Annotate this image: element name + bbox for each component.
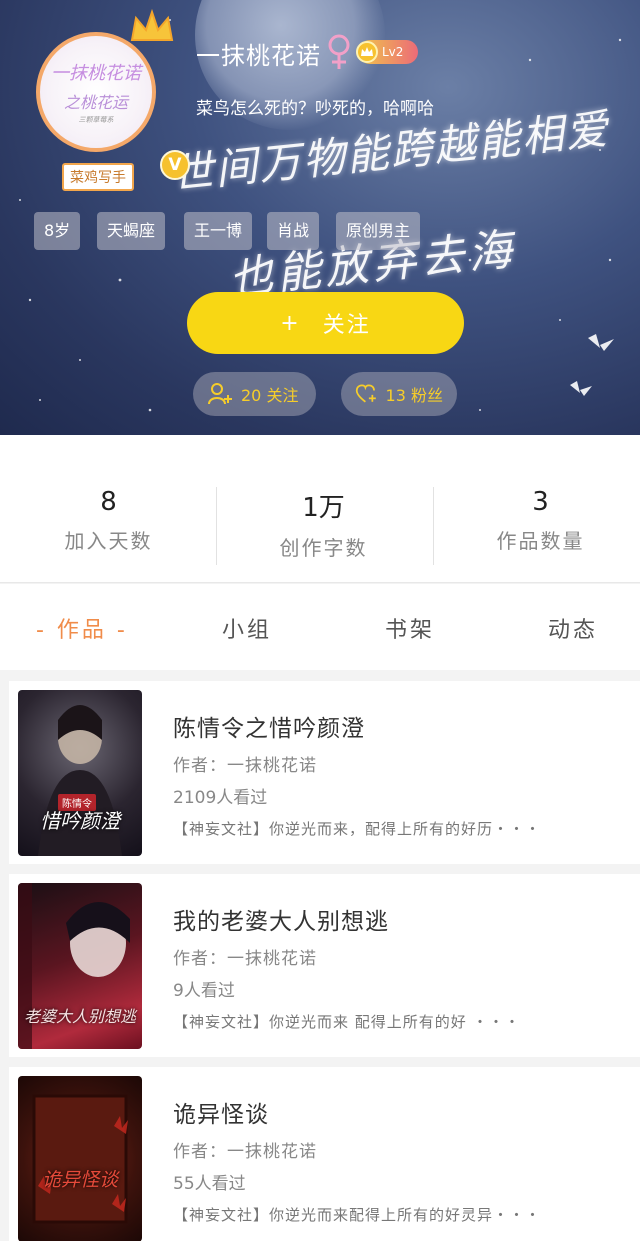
stat-days-joined: 8 加入天数 bbox=[2, 487, 215, 554]
username: 一抹桃花诺 bbox=[196, 42, 321, 70]
fans-button[interactable]: 13 粉丝 bbox=[341, 372, 457, 416]
cover-title: 诡异怪谈 bbox=[41, 1169, 118, 1191]
stat-label: 创作字数 bbox=[279, 536, 368, 560]
tag-original: 原创男主 bbox=[336, 212, 421, 250]
tab-bookshelf[interactable]: 书架 bbox=[385, 612, 435, 644]
book-author: 作者：一抹桃花诺 bbox=[173, 1142, 317, 1162]
book-author: 作者：一抹桃花诺 bbox=[173, 949, 317, 969]
book-cover[interactable]: 老婆大人别想逃 bbox=[18, 883, 142, 1049]
profile-tabs: - 作品 - 小组 书架 动态 bbox=[0, 584, 640, 670]
book-title[interactable]: 诡异怪谈 bbox=[173, 1095, 269, 1129]
stat-value: 8 bbox=[100, 487, 117, 517]
tab-groups[interactable]: 小组 bbox=[222, 612, 272, 644]
book-title[interactable]: 陈情令之惜吟颜澄 bbox=[173, 709, 365, 743]
follow-button[interactable]: + 关注 bbox=[187, 292, 464, 354]
cover-figure bbox=[32, 1094, 128, 1224]
stat-value: 3 bbox=[532, 487, 549, 517]
stat-value: 1万 bbox=[302, 493, 345, 523]
follow-button-label: 关注 bbox=[322, 313, 371, 338]
following-label: 20 关注 bbox=[241, 386, 299, 405]
book-cover[interactable]: 诡异怪谈 bbox=[18, 1076, 142, 1241]
role-tag: 菜鸡写手 bbox=[62, 163, 134, 191]
cover-title: 惜吟颜澄 bbox=[40, 809, 120, 833]
stat-label: 加入天数 bbox=[64, 529, 153, 553]
book-author: 作者：一抹桃花诺 bbox=[173, 756, 317, 776]
avatar-text-line-3: 三颗草莓系 bbox=[78, 116, 114, 124]
book-views: 9人看过 bbox=[173, 981, 235, 1001]
book-description: 【神妄文社】你逆光而来，配得上所有的好历・・・ bbox=[173, 820, 542, 838]
level-badge: Lv2 bbox=[356, 40, 418, 64]
book-cover[interactable]: 陈情令 惜吟颜澄 bbox=[18, 690, 142, 856]
stat-words-written: 1万 创作字数 bbox=[217, 487, 430, 561]
book-description: 【神妄文社】你逆光而来 配得上所有的好 ・・・ bbox=[173, 1013, 521, 1031]
book-item[interactable]: 老婆大人别想逃 我的老婆大人别想逃 作者：一抹桃花诺 9人看过 【神妄文社】你逆… bbox=[9, 874, 640, 1057]
tag-idol-1: 王一博 bbox=[184, 212, 253, 250]
following-button[interactable]: 20 关注 bbox=[193, 372, 316, 416]
avatar-text-line-2: 之桃花运 bbox=[63, 93, 128, 112]
stat-label: 作品数量 bbox=[496, 529, 585, 553]
stats-row: 8 加入天数 1万 创作字数 3 作品数量 bbox=[0, 435, 640, 583]
plus-icon: + bbox=[280, 310, 301, 336]
avatar-container[interactable]: 一抹桃花诺 之桃花运 三颗草莓系 V bbox=[36, 8, 190, 180]
book-views: 2109人看过 bbox=[173, 788, 268, 808]
level-crown-icon bbox=[356, 41, 378, 63]
book-title[interactable]: 我的老婆大人别想逃 bbox=[173, 902, 389, 936]
tab-activity[interactable]: 动态 bbox=[548, 612, 598, 644]
profile-header: 世间万物能跨越能相爱 也能放弃去海 一抹桃花诺 之桃花运 三颗草莓系 V 菜鸡写… bbox=[0, 0, 640, 435]
female-icon bbox=[326, 33, 352, 75]
avatar[interactable]: 一抹桃花诺 之桃花运 三颗草莓系 bbox=[36, 32, 156, 152]
book-item[interactable]: 陈情令 惜吟颜澄 陈情令之惜吟颜澄 作者：一抹桃花诺 2109人看过 【神妄文社… bbox=[9, 681, 640, 864]
fans-label: 13 粉丝 bbox=[385, 386, 443, 405]
book-item[interactable]: 诡异怪谈 诡异怪谈 作者：一抹桃花诺 55人看过 【神妄文社】你逆光而来配得上所… bbox=[9, 1067, 640, 1241]
avatar-text-line-1: 一抹桃花诺 bbox=[51, 63, 141, 84]
stat-works-count: 3 作品数量 bbox=[434, 487, 640, 554]
signature: 菜鸟怎么死的？吵死的，哈啊哈 bbox=[196, 99, 434, 119]
user-add-icon bbox=[208, 383, 232, 405]
level-text: Lv2 bbox=[382, 45, 404, 59]
tag-age: 8岁 bbox=[34, 212, 81, 250]
tab-works[interactable]: - 作品 - bbox=[36, 612, 128, 644]
book-views: 55人看过 bbox=[173, 1174, 246, 1194]
tag-zodiac: 天蝎座 bbox=[97, 212, 166, 250]
cover-title: 老婆大人别想逃 bbox=[23, 1007, 136, 1026]
book-description: 【神妄文社】你逆光而来配得上所有的好灵异・・・ bbox=[173, 1206, 542, 1224]
heart-plus-icon bbox=[355, 384, 376, 403]
tag-idol-2: 肖战 bbox=[267, 212, 320, 250]
verified-badge: V bbox=[160, 150, 190, 180]
